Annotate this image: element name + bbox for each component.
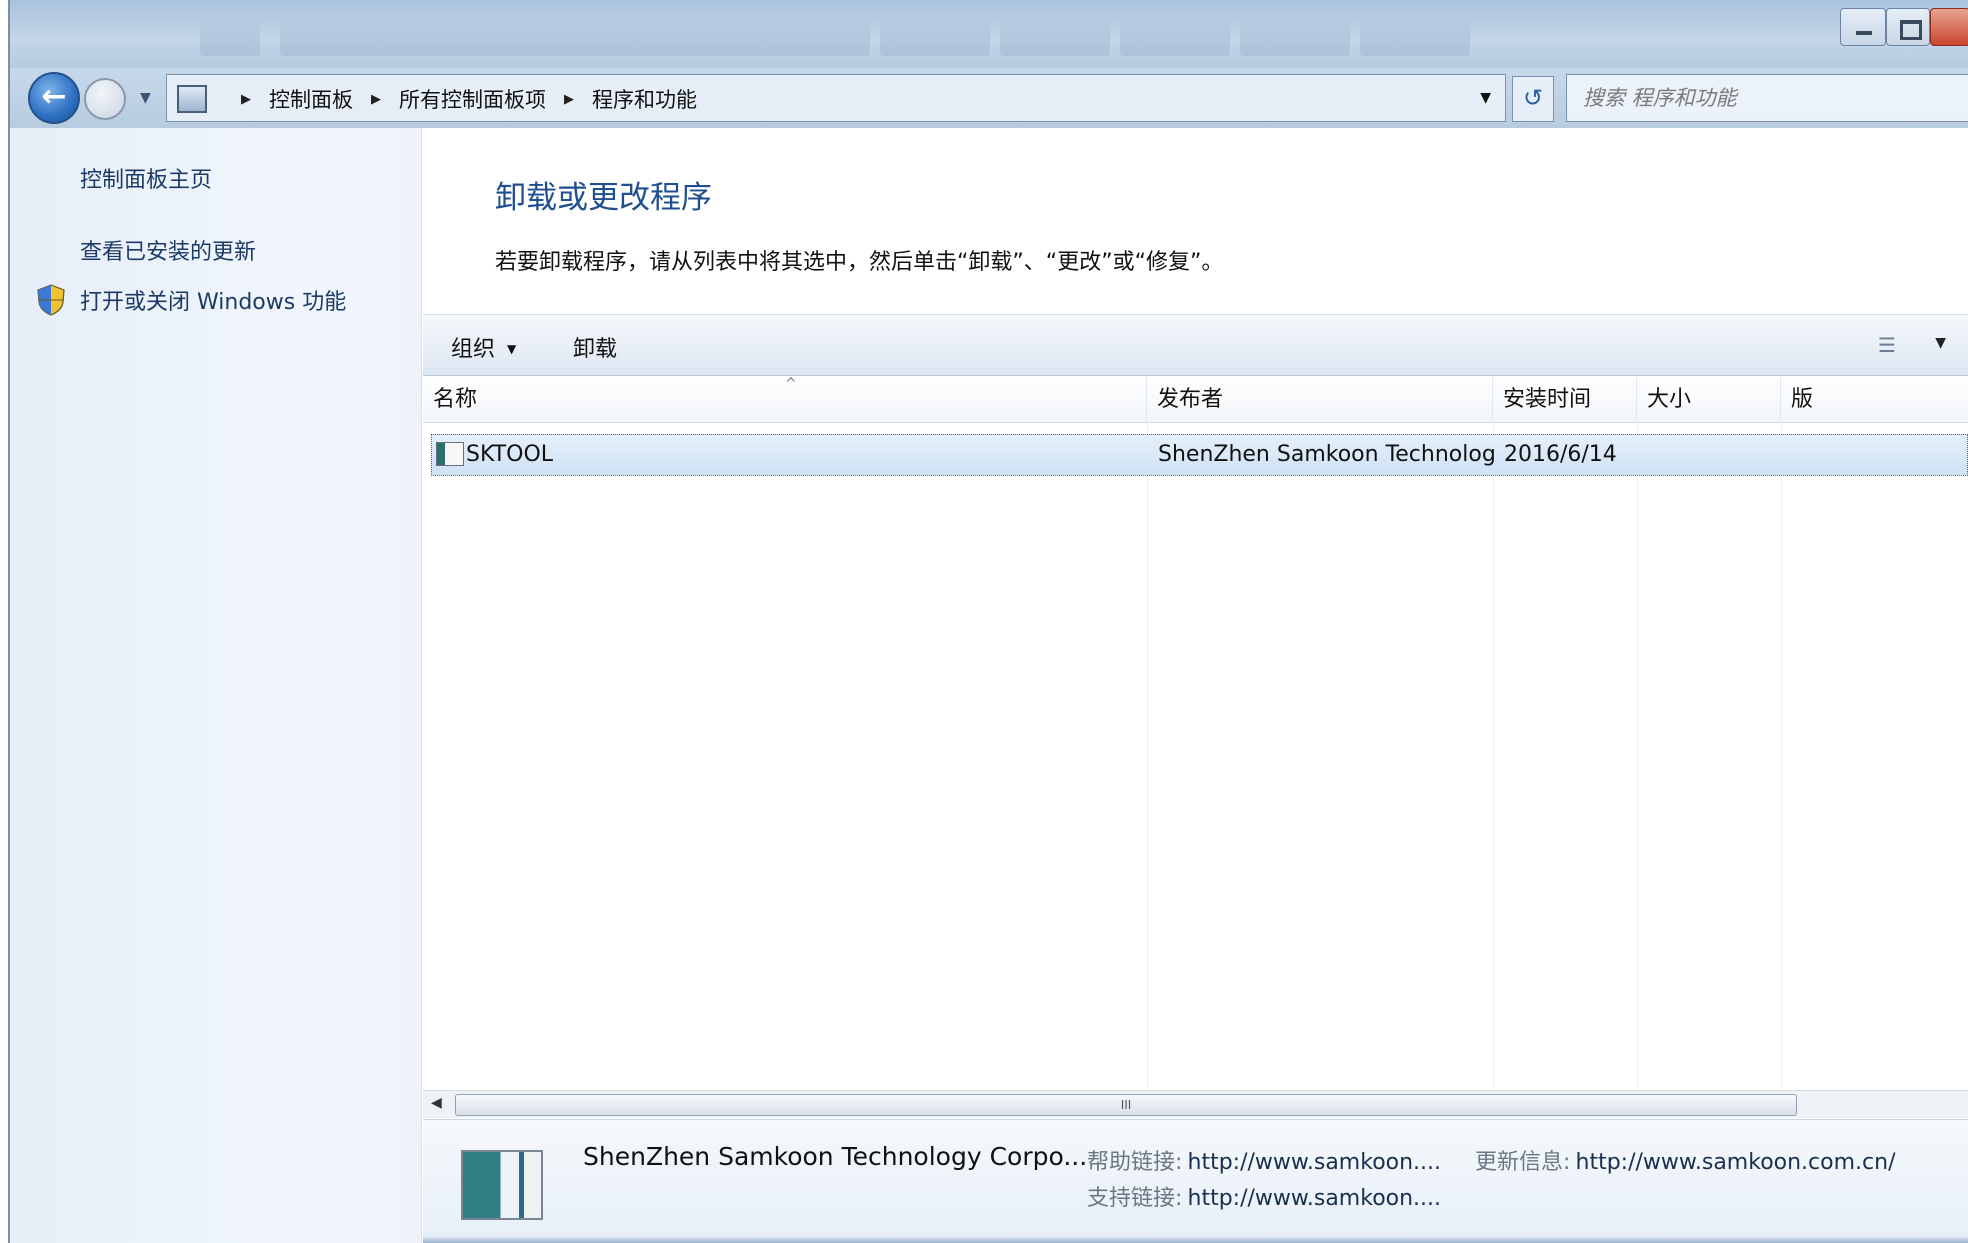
organize-button[interactable]: 组织 ▼ <box>451 331 516 363</box>
program-install-date: 2016/6/14 <box>1504 442 1617 467</box>
organize-label: 组织 <box>451 337 496 362</box>
navigation-bar: ← ▼ ▶ 控制面板 ▶ 所有控制面板项 ▶ 程序和功能 ▼ ↺ <box>10 68 1968 128</box>
breadcrumb-all-items[interactable]: 所有控制面板项 <box>399 84 546 114</box>
refresh-icon[interactable]: ↺ <box>1512 76 1554 122</box>
help-link[interactable]: http://www.samkoon.... <box>1188 1150 1442 1175</box>
details-pane: ShenZhen Samkoon Technology Corpo... 帮助链… <box>423 1119 1968 1243</box>
forward-button[interactable] <box>84 78 126 120</box>
support-link[interactable]: http://www.samkoon.... <box>1188 1186 1442 1211</box>
recent-pages-dropdown-icon[interactable]: ▼ <box>140 90 151 106</box>
address-bar[interactable]: ▶ 控制面板 ▶ 所有控制面板项 ▶ 程序和功能 ▼ <box>166 74 1506 122</box>
scrollbar-thumb[interactable]: III <box>455 1094 1797 1116</box>
support-link-label: 支持链接: <box>1087 1186 1183 1211</box>
horizontal-scrollbar[interactable]: ◀ III <box>423 1090 1968 1118</box>
sidebar-item-control-panel-home[interactable]: 控制面板主页 <box>80 162 212 194</box>
search-box[interactable] <box>1566 74 1968 122</box>
task-pane: 控制面板主页 查看已安装的更新 打开或关闭 Windows 功能 <box>10 128 422 1243</box>
chevron-right-icon[interactable]: ▶ <box>564 92 574 107</box>
page-description: 若要卸载程序，请从列表中将其选中，然后单击“卸载”、“更改”或“修复”。 <box>495 250 1224 275</box>
update-info-link[interactable]: http://www.samkoon.com.cn/ <box>1576 1150 1896 1175</box>
view-dropdown-icon[interactable]: ▼ <box>1935 335 1946 351</box>
update-info-label: 更新信息: <box>1475 1150 1571 1175</box>
chevron-right-icon[interactable]: ▶ <box>241 92 251 107</box>
list-header: 名称 ^ 发布者 安装时间 大小 版 <box>423 377 1968 423</box>
column-header-version[interactable]: 版 <box>1781 377 1968 423</box>
breadcrumb: ▶ 控制面板 ▶ 所有控制面板项 ▶ 程序和功能 <box>223 75 697 123</box>
programs-and-features-window: ← ▼ ▶ 控制面板 ▶ 所有控制面板项 ▶ 程序和功能 ▼ ↺ 控制面板主页 … <box>8 0 1968 1243</box>
maximize-button[interactable] <box>1886 8 1930 46</box>
program-large-icon <box>461 1150 543 1220</box>
chevron-right-icon[interactable]: ▶ <box>371 92 381 107</box>
help-link-row: 帮助链接: http://www.samkoon.... <box>1087 1144 1441 1176</box>
program-name: SKTOOL <box>466 442 554 467</box>
page-title: 卸载或更改程序 <box>495 180 712 216</box>
column-header-install-date[interactable]: 安装时间 <box>1493 377 1637 423</box>
sidebar-item-installed-updates[interactable]: 查看已安装的更新 <box>80 234 256 266</box>
address-dropdown-icon[interactable]: ▼ <box>1480 90 1491 106</box>
breadcrumb-control-panel[interactable]: 控制面板 <box>269 84 353 114</box>
column-header-size[interactable]: 大小 <box>1637 377 1781 423</box>
column-name-label: 名称 <box>433 387 478 412</box>
support-link-row: 支持链接: http://www.samkoon.... <box>1087 1180 1441 1212</box>
close-button[interactable] <box>1930 8 1968 46</box>
command-bar: 组织 ▼ 卸载 ☰ ▼ <box>423 314 1968 376</box>
details-publisher: ShenZhen Samkoon Technology Corpo... <box>583 1142 1088 1171</box>
title-bar[interactable] <box>10 0 1968 72</box>
list-item[interactable]: SKTOOL ShenZhen Samkoon Technology ... 2… <box>431 434 1968 476</box>
program-size <box>1648 435 1784 475</box>
program-icon <box>436 442 464 466</box>
update-info-row: 更新信息: http://www.samkoon.com.cn/ <box>1475 1144 1895 1176</box>
sidebar-item-windows-features[interactable]: 打开或关闭 Windows 功能 <box>80 284 346 316</box>
program-list[interactable]: SKTOOL ShenZhen Samkoon Technology ... 2… <box>423 424 1968 1090</box>
scroll-left-icon[interactable]: ◀ <box>431 1095 442 1111</box>
uninstall-button[interactable]: 卸载 <box>573 331 617 363</box>
breadcrumb-programs[interactable]: 程序和功能 <box>592 84 697 114</box>
main-content: 卸载或更改程序 若要卸载程序，请从列表中将其选中，然后单击“卸载”、“更改”或“… <box>423 128 1968 1243</box>
program-publisher: ShenZhen Samkoon Technology ... <box>1158 442 1494 467</box>
sort-ascending-icon: ^ <box>785 376 797 392</box>
minimize-button[interactable] <box>1840 8 1886 46</box>
back-button[interactable]: ← <box>28 72 80 124</box>
help-link-label: 帮助链接: <box>1087 1150 1183 1175</box>
chevron-down-icon: ▼ <box>507 342 517 356</box>
control-panel-icon <box>177 85 207 113</box>
shield-icon <box>37 284 65 316</box>
view-options-icon[interactable]: ☰ <box>1878 333 1908 357</box>
search-input[interactable] <box>1567 75 1968 121</box>
column-header-publisher[interactable]: 发布者 <box>1147 377 1493 423</box>
window-bottom-border <box>423 1237 1968 1243</box>
